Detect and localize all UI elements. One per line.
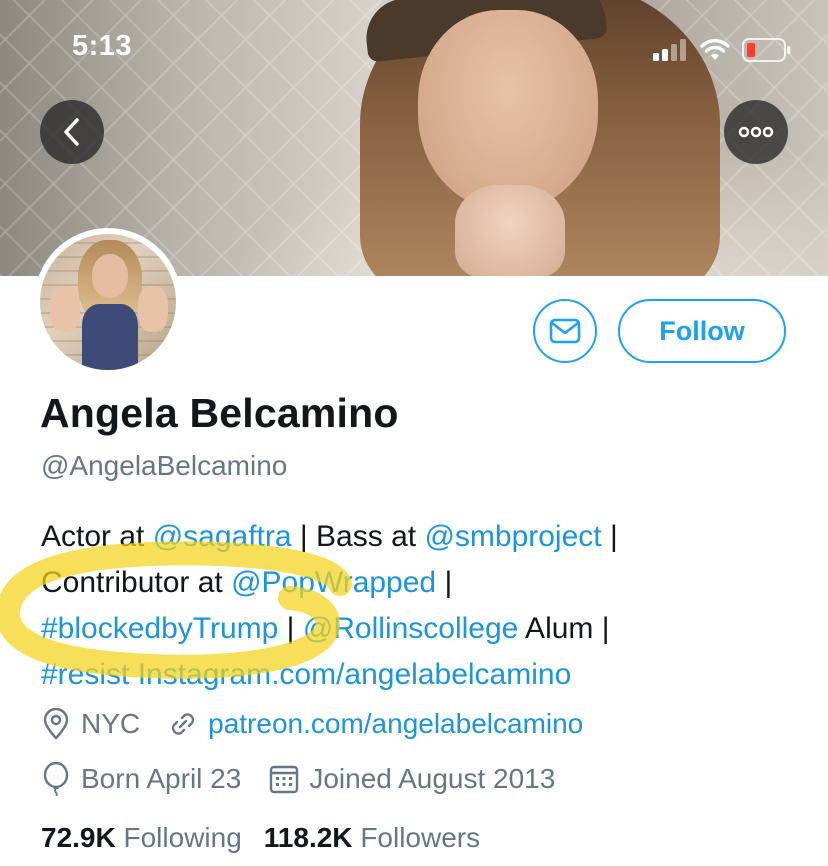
battery-low-icon xyxy=(742,38,791,62)
mention-link[interactable]: @sagaftra xyxy=(153,520,292,553)
website-link[interactable]: patreon.com/angelabelcamino xyxy=(208,708,583,740)
birthday-text: Born April 23 xyxy=(81,763,242,794)
banner-face xyxy=(418,10,598,210)
bio-line: Contributor at @PopWrapped | xyxy=(41,566,453,599)
banner-fist xyxy=(455,185,565,276)
status-time: 5:13 xyxy=(72,30,133,62)
following-label: Following xyxy=(123,822,242,853)
follow-stats: 72.9K Following 118.2K Followers xyxy=(41,822,480,854)
signal-icon xyxy=(653,39,686,61)
hashtag-link[interactable]: #resist xyxy=(41,658,129,691)
follow-button[interactable]: Follow xyxy=(618,299,786,363)
following-count: 72.9K xyxy=(41,822,116,853)
location-text: NYC xyxy=(81,708,141,739)
display-name: Angela Belcamino xyxy=(40,390,399,436)
profile-bio: Actor at @sagaftra | Bass at @smbproject… xyxy=(41,514,811,698)
location-pin-icon xyxy=(43,708,69,740)
followers-label: Followers xyxy=(360,822,481,853)
bio-line: #resist Instagram.com/angelabelcamino xyxy=(41,652,811,698)
bio-line: #blockedbyTrump | @Rollinscollege Alum | xyxy=(41,612,610,645)
link-icon xyxy=(172,713,195,735)
balloon-icon xyxy=(43,762,69,796)
profile-avatar[interactable] xyxy=(34,228,182,376)
wifi-icon xyxy=(700,39,730,60)
joined-text: Joined August 2013 xyxy=(309,763,556,794)
location-website-row: NYC patreon.com/angelabelcamino xyxy=(41,708,583,740)
url-link[interactable]: Instagram.com/angelabelcamino xyxy=(138,658,572,691)
followers-count: 118.2K xyxy=(263,822,353,853)
envelope-icon xyxy=(549,318,581,344)
mention-link[interactable]: @Rollinscollege xyxy=(303,612,519,645)
bio-line: Actor at @sagaftra | Bass at @smbproject… xyxy=(41,520,618,553)
back-button[interactable] xyxy=(40,100,104,164)
status-icons xyxy=(652,38,792,62)
hashtag-link[interactable]: #blockedbyTrump xyxy=(41,612,278,645)
calendar-icon xyxy=(270,765,299,794)
chevron-left-icon xyxy=(64,118,79,146)
more-horizontal-icon xyxy=(738,126,774,138)
mention-link[interactable]: @smbproject xyxy=(424,520,601,553)
birthday-joined-row: Born April 23 Joined August 2013 xyxy=(41,762,555,796)
user-handle: @AngelaBelcamino xyxy=(41,450,288,481)
followers-stat[interactable]: 118.2K Followers xyxy=(264,822,480,854)
avatar-photo xyxy=(40,234,176,370)
following-stat[interactable]: 72.9K Following xyxy=(41,822,242,854)
mention-link[interactable]: @PopWrapped xyxy=(231,566,436,599)
more-options-button[interactable] xyxy=(724,100,788,164)
message-button[interactable] xyxy=(533,299,597,363)
